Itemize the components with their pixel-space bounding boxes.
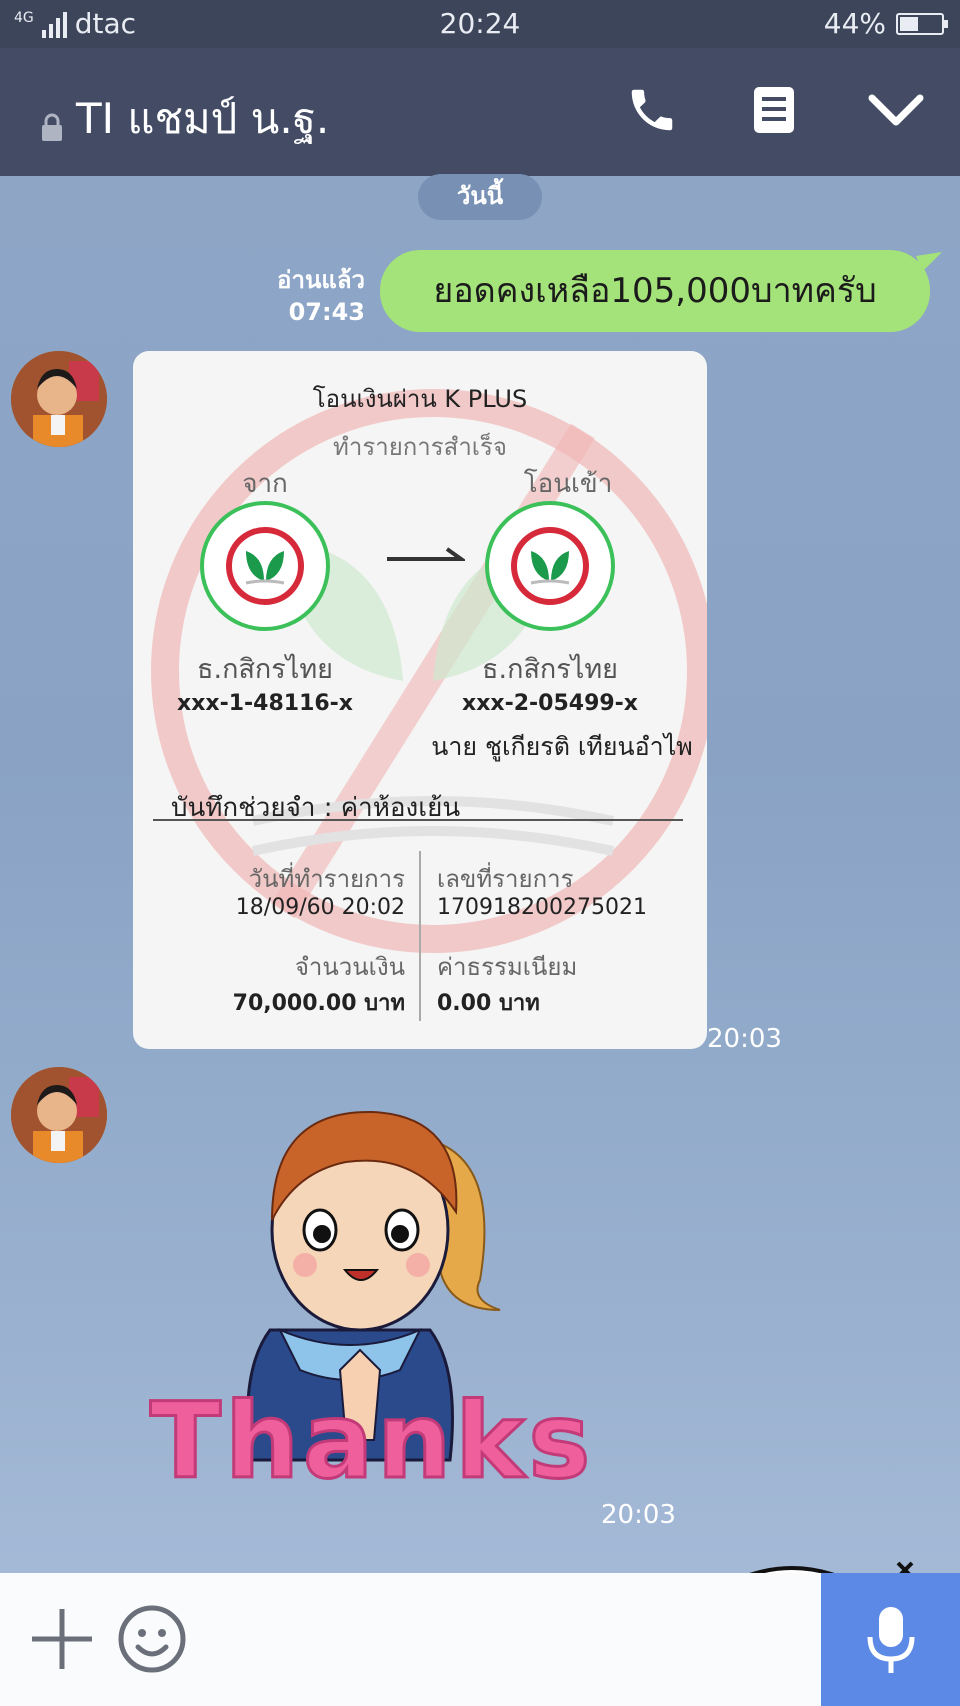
transfer-receipt-image[interactable]: โอนเงินผ่าน K PLUS ทำรายการสำเร็จ จาก โอ… [133, 351, 707, 1049]
ref-label: เลขที่รายการ [437, 865, 574, 893]
chat-header: TI แชมป์ น.ฐ. [0, 48, 960, 176]
memo: บันทึกช่วยจำ : ค่าห้องเย้น [171, 793, 461, 823]
to-account: xxx-2-05499-x [462, 691, 638, 716]
phone-icon[interactable] [622, 80, 682, 140]
read-label: อ่านแล้ว [277, 266, 365, 294]
column-divider [419, 851, 421, 1021]
receipt-title: โอนเงินผ่าน K PLUS [312, 385, 528, 413]
amount-value: 70,000.00 บาท [232, 991, 405, 1016]
outgoing-message-text: ยอดคงเหลือ105,000บาทครับ [433, 271, 877, 311]
from-account: xxx-1-48116-x [177, 691, 353, 716]
mic-icon [867, 1606, 914, 1673]
avatar[interactable] [11, 1067, 107, 1163]
kbank-logo-icon [485, 501, 615, 631]
clock: 20:24 [439, 7, 521, 40]
divider [153, 819, 683, 821]
sticker-text: Thanks [148, 1379, 595, 1504]
ref-value: 170918200275021 [437, 895, 647, 920]
bubble-tail [916, 252, 942, 272]
to-name: นาย ชูเกียรติ เทียนอำไพ [431, 732, 693, 761]
avatar[interactable] [11, 351, 107, 447]
chat-title-area[interactable]: TI แชมป์ น.ฐ. [40, 86, 329, 152]
amount-label: จำนวนเงิน [294, 953, 405, 981]
input-bar [0, 1573, 960, 1706]
mic-button[interactable] [821, 1573, 960, 1706]
battery-percent: 44% [823, 7, 886, 40]
status-bar: 4G dtac 20:24 44% [0, 0, 960, 48]
battery-info: 44% [823, 7, 948, 40]
notes-icon[interactable] [744, 80, 804, 140]
fee-value: 0.00 บาท [437, 991, 540, 1016]
to-bank: ธ.กสิกรไทย [482, 654, 618, 685]
lock-icon [40, 104, 64, 141]
outgoing-message[interactable]: ยอดคงเหลือ105,000บาทครับ [380, 250, 942, 332]
date-label: วันที่ทำรายการ [248, 865, 405, 893]
chevron-down-icon[interactable] [866, 80, 926, 140]
outgoing-time: 07:43 [288, 298, 365, 326]
to-label: โอนเข้า [523, 469, 613, 499]
message-time: 20:03 [601, 1500, 676, 1530]
thanks-sticker[interactable]: Thanks [140, 1080, 592, 1516]
emoji-icon[interactable] [118, 1605, 186, 1673]
date-value: 18/09/60 20:02 [235, 895, 405, 920]
kbank-logo-icon [200, 501, 330, 631]
chat-title: TI แชมป์ น.ฐ. [76, 94, 330, 143]
battery-icon [896, 12, 948, 35]
receipt-status: ทำรายการสำเร็จ [333, 433, 507, 461]
plus-icon[interactable] [30, 1607, 94, 1671]
message-time: 20:03 [707, 1024, 782, 1054]
fee-label: ค่าธรรมเนียม [437, 953, 578, 981]
from-label: จาก [242, 469, 288, 499]
date-divider: วันนี้ [418, 174, 542, 220]
read-receipt: อ่านแล้ว 07:43 [277, 264, 365, 328]
from-bank: ธ.กสิกรไทย [197, 654, 333, 685]
arrow-right-icon [387, 547, 465, 561]
